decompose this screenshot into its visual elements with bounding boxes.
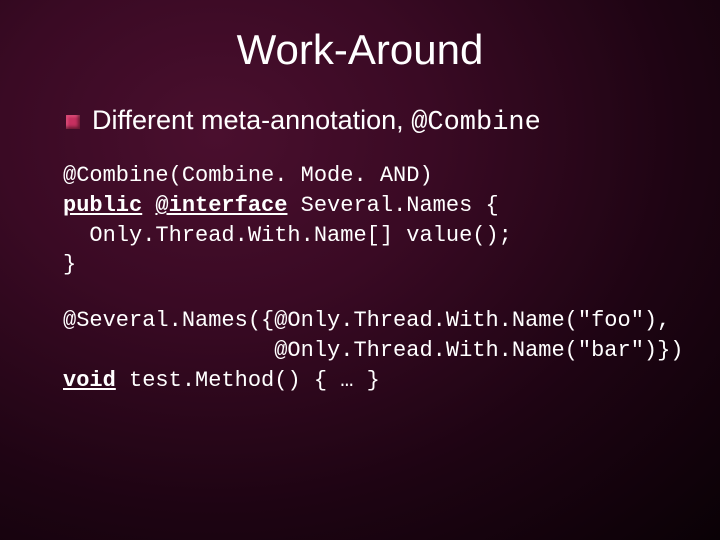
code1-sp [142, 193, 155, 218]
code1-kw-interface: @interface [155, 193, 287, 218]
bullet-text: Different meta-annotation, @Combine [92, 104, 541, 139]
code2-line2: @Only.Thread.With.Name("bar")}) [63, 338, 684, 363]
code1-line4: } [63, 252, 76, 277]
code2-line1: @Several.Names({@Only.Thread.With.Name("… [63, 308, 670, 333]
bullet-item: Different meta-annotation, @Combine [66, 104, 680, 139]
code2-kw-void: void [63, 368, 116, 393]
square-bullet-icon [66, 115, 80, 129]
code2-line3-rest: test.Method() { … } [116, 368, 380, 393]
code1-line2-rest: Several.Names { [287, 193, 498, 218]
spacer [66, 280, 680, 306]
code1-line1: @Combine(Combine. Mode. AND) [63, 163, 433, 188]
slide-content: Different meta-annotation, @Combine @Com… [66, 104, 680, 395]
bullet-code: @Combine [411, 108, 541, 138]
slide-title: Work-Around [0, 26, 720, 74]
code-block-1: @Combine(Combine. Mode. AND) public @int… [63, 161, 680, 280]
code-block-2: @Several.Names({@Only.Thread.With.Name("… [63, 306, 680, 395]
bullet-prefix: Different meta-annotation, [92, 105, 411, 135]
code1-kw-public: public [63, 193, 142, 218]
code1-line3: Only.Thread.With.Name[] value(); [63, 223, 512, 248]
